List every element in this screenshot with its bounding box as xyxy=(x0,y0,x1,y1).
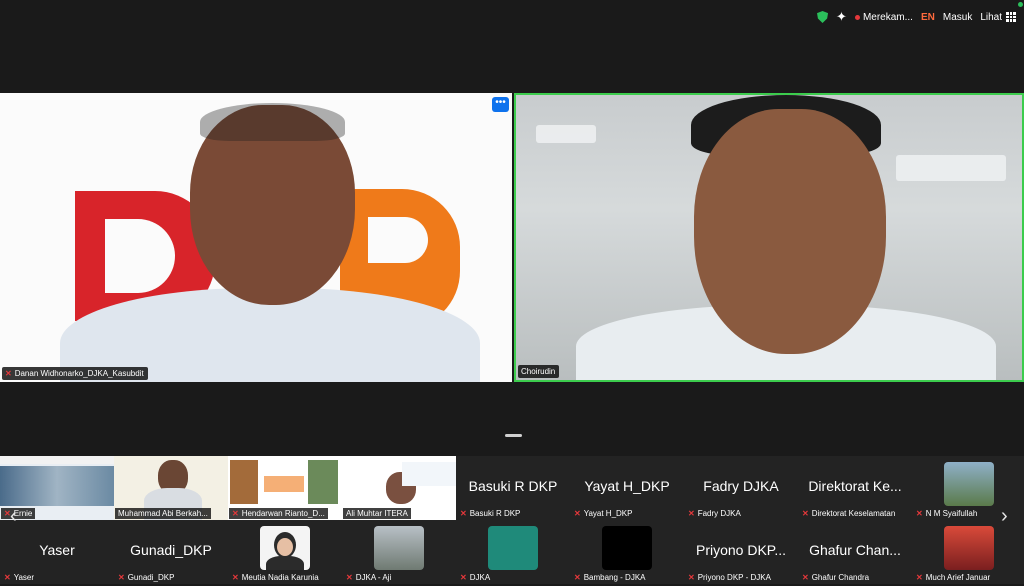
gallery-next-arrow[interactable]: › xyxy=(1001,505,1008,528)
participant-head xyxy=(694,109,886,354)
mic-muted-icon: ✕ xyxy=(916,573,923,582)
recording-indicator[interactable]: Merekam... xyxy=(854,11,913,23)
mic-muted-icon: ✕ xyxy=(460,573,467,582)
view-button[interactable]: Lihat xyxy=(980,12,1016,23)
tile-display-name: Priyono DKP... xyxy=(695,542,786,558)
tile-name-label: ✕ Ernie xyxy=(1,508,36,519)
tile-display-name: Fadry DJKA xyxy=(703,478,779,494)
language-button[interactable]: EN xyxy=(921,12,935,23)
connection-status-dot xyxy=(1018,2,1023,7)
gallery-tile[interactable]: ✕ Hendarwan Rianto_D... xyxy=(228,456,342,520)
avatar xyxy=(944,526,994,570)
tile-name-label: ✕ Yaser xyxy=(4,573,35,582)
avatar xyxy=(602,526,652,570)
gallery-tile[interactable]: Yaser ✕ Yaser xyxy=(0,520,114,584)
ceiling-light xyxy=(896,155,1006,181)
top-right-controls: ✦ Merekam... EN Masuk Lihat xyxy=(817,9,1016,25)
recording-dot-icon xyxy=(854,14,860,20)
ai-companion-icon[interactable]: ✦ xyxy=(836,10,847,23)
avatar xyxy=(374,526,424,570)
tile-name-label: ✕ Much Arief Januar xyxy=(916,573,991,582)
gallery-tile[interactable]: Priyono DKP... ✕ Priyono DKP - DJKA xyxy=(684,520,798,584)
mic-muted-icon: ✕ xyxy=(802,509,809,518)
tile-name-label: ✕ Fadry DJKA xyxy=(688,509,741,518)
tile-name-label: ✕ Yayat H_DKP xyxy=(574,509,633,518)
more-options-button[interactable]: ••• xyxy=(492,97,509,112)
top-bar: ✦ Merekam... EN Masuk Lihat xyxy=(0,0,1024,34)
gallery-tile[interactable]: Basuki R DKP ✕ Basuki R DKP xyxy=(456,456,570,520)
tile-name-label: ✕ DJKA - Aji xyxy=(346,573,392,582)
gallery-tile[interactable]: ✕ Bambang - DJKA xyxy=(570,520,684,584)
participant-hair xyxy=(200,103,345,141)
gallery-tile[interactable]: Ali Muhtar ITERA xyxy=(342,456,456,520)
tile-name-label: ✕ Ghafur Chandra xyxy=(802,573,870,582)
avatar xyxy=(944,462,994,506)
tile-display-name: Yaser xyxy=(39,542,75,558)
mic-muted-icon: ✕ xyxy=(688,509,695,518)
tile-name-label: ✕ Bambang - DJKA xyxy=(574,573,646,582)
mic-muted-icon: ✕ xyxy=(802,573,809,582)
mic-muted-icon: ✕ xyxy=(916,509,923,518)
participant-name-label: ✕ Danan Widhonarko_DJKA_Kasubdit xyxy=(2,367,148,380)
tile-name-label: ✕ N M Syaifullah xyxy=(916,509,978,518)
mic-muted-icon: ✕ xyxy=(688,573,695,582)
signin-button[interactable]: Masuk xyxy=(943,12,972,23)
grid-view-icon xyxy=(1006,12,1016,22)
tile-display-name: Yayat H_DKP xyxy=(584,478,670,494)
video-tile-right-active-speaker[interactable]: Choirudin xyxy=(514,93,1024,382)
gallery-tile[interactable]: Muhammad Abi Berkah... xyxy=(114,456,228,520)
recording-label: Merekam... xyxy=(862,11,913,23)
gallery-tile[interactable]: Gunadi_DKP ✕ Gunadi_DKP xyxy=(114,520,228,584)
mic-muted-icon: ✕ xyxy=(574,573,581,582)
tile-name-label: Muhammad Abi Berkah... xyxy=(115,508,211,519)
gallery-tile[interactable]: ✕ Ernie xyxy=(0,456,114,520)
tile-name-label: ✕ Hendarwan Rianto_D... xyxy=(229,508,328,519)
mic-muted-icon: ✕ xyxy=(4,573,11,582)
mic-muted-icon: ✕ xyxy=(574,509,581,518)
tile-name-label: Ali Muhtar ITERA xyxy=(343,508,411,519)
tile-name-label: ✕ Basuki R DKP xyxy=(460,509,521,518)
tile-display-name: Ghafur Chan... xyxy=(809,542,901,558)
tile-display-name: Basuki R DKP xyxy=(468,478,558,494)
mic-muted-icon: ✕ xyxy=(346,573,353,582)
mic-muted-icon: ✕ xyxy=(232,573,239,582)
tile-display-name: Direktorat Ke... xyxy=(808,478,902,494)
gallery-tile[interactable]: ✕ Much Arief Januar xyxy=(912,520,1024,584)
gallery-tile[interactable]: Fadry DJKA ✕ Fadry DJKA xyxy=(684,456,798,520)
view-label: Lihat xyxy=(980,11,1002,23)
mic-muted-icon: ✕ xyxy=(232,509,239,518)
gallery-tile[interactable]: Ghafur Chan... ✕ Ghafur Chandra xyxy=(798,520,912,584)
avatar xyxy=(260,526,310,570)
resize-handle[interactable] xyxy=(505,434,522,437)
mic-muted-icon: ✕ xyxy=(5,369,12,378)
gallery-tile[interactable]: ✕ DJKA - Aji xyxy=(342,520,456,584)
gallery-tile[interactable]: Yayat H_DKP ✕ Yayat H_DKP xyxy=(570,456,684,520)
video-tile-left[interactable]: ••• ✕ Danan Widhonarko_DJKA_Kasubdit xyxy=(0,93,512,382)
tile-name-label: ✕ DJKA xyxy=(460,573,491,582)
participant-name-label: Choirudin xyxy=(518,365,560,378)
shield-icon[interactable] xyxy=(817,11,829,23)
tile-display-name: Gunadi_DKP xyxy=(130,542,212,558)
ceiling-light xyxy=(536,125,596,143)
avatar xyxy=(488,526,538,570)
tile-name-label: ✕ Direktorat Keselamatan xyxy=(802,509,896,518)
gallery-tile[interactable]: ✕ Meutia Nadia Karunia xyxy=(228,520,342,584)
tile-name-label: ✕ Meutia Nadia Karunia xyxy=(232,573,319,582)
gallery-tile[interactable]: Direktorat Ke... ✕ Direktorat Keselamatan xyxy=(798,456,912,520)
gallery-tile[interactable]: ✕ DJKA xyxy=(456,520,570,584)
gallery-prev-arrow[interactable]: ‹ xyxy=(10,505,17,528)
tile-name-label: ✕ Gunadi_DKP xyxy=(118,573,175,582)
mic-muted-icon: ✕ xyxy=(460,509,467,518)
mic-muted-icon: ✕ xyxy=(118,573,125,582)
gallery-strip: ✕ Ernie Muhammad Abi Berkah... ✕ Hendarwan… xyxy=(0,456,1024,586)
tile-name-label: ✕ Priyono DKP - DJKA xyxy=(688,573,771,582)
